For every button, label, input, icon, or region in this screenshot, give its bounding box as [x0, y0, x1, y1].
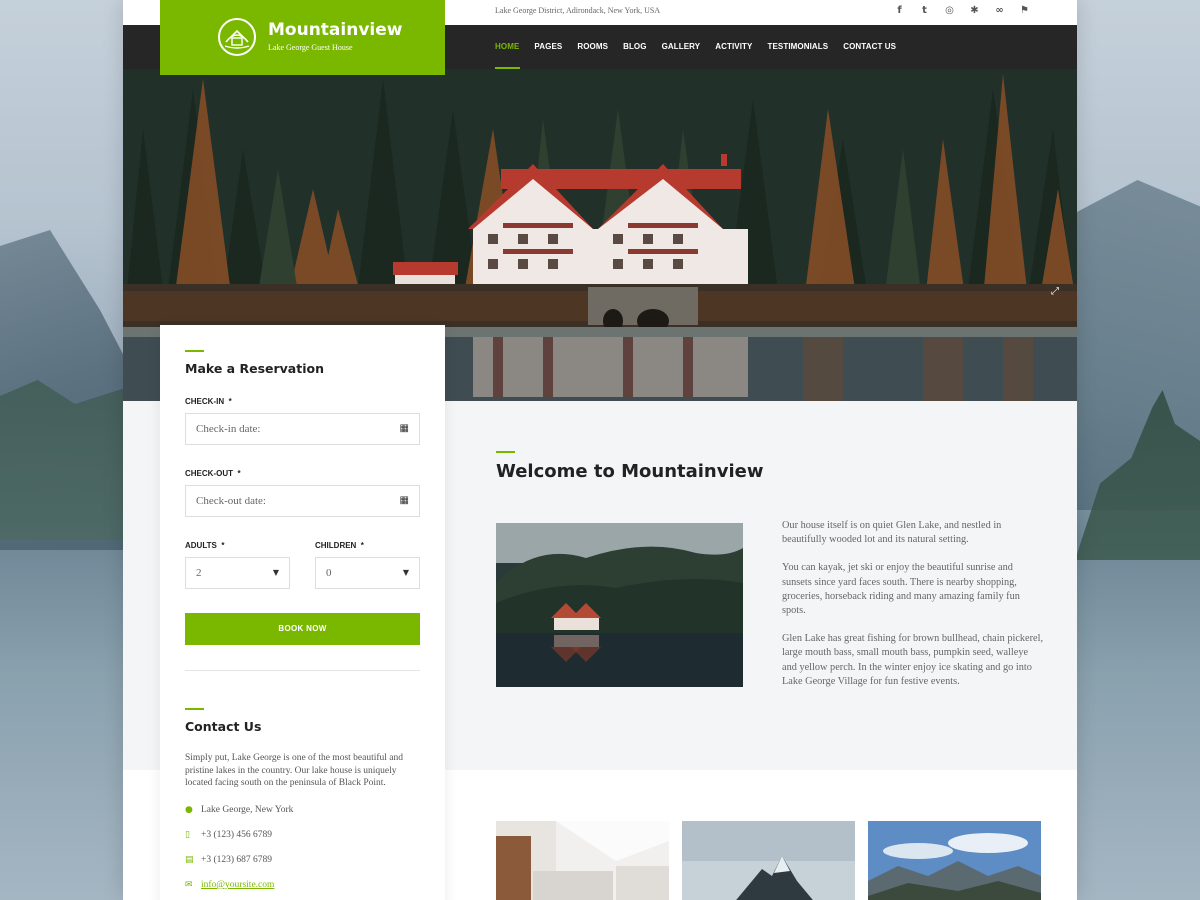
- site-tagline: Lake George Guest House: [268, 43, 353, 52]
- envelope-icon: ✉: [185, 880, 193, 890]
- svg-text:⤢: ⤢: [1051, 286, 1059, 297]
- facebook-icon[interactable]: f: [887, 5, 912, 16]
- site-name: Mountainview: [268, 20, 403, 40]
- reservation-title: Make a Reservation: [185, 361, 324, 376]
- twitter-icon[interactable]: t: [912, 5, 937, 16]
- email-link[interactable]: info@yoursite.com: [201, 880, 274, 890]
- checkout-field[interactable]: Check-out date: ▦: [185, 485, 420, 517]
- contact-description: Simply put, Lake George is one of the mo…: [185, 753, 404, 788]
- nav-pages[interactable]: PAGES: [527, 25, 570, 69]
- fax-icon: ▤: [185, 855, 194, 865]
- caret-down-icon: ▼: [402, 568, 409, 577]
- nav-testimonials[interactable]: TESTIMONIALS: [760, 25, 836, 69]
- foursquare-icon[interactable]: ⚑: [1012, 5, 1037, 16]
- contact-title: Contact Us: [185, 719, 262, 734]
- checkin-field[interactable]: Check-in date: ▦: [185, 413, 420, 445]
- adults-select[interactable]: 2 ▼: [185, 557, 290, 589]
- lake-house-photo: [496, 523, 743, 687]
- card-notch: [625, 817, 635, 822]
- background-trees-left: [0, 380, 125, 540]
- welcome-paragraph: Glen Lake has great fishing for brown bu…: [782, 633, 1044, 687]
- adults-label: ADULTS *: [185, 541, 225, 550]
- checkout-label: CHECK-OUT *: [185, 469, 241, 478]
- room-card-interior[interactable]: [496, 821, 669, 900]
- reservation-panel: Make a Reservation CHECK-IN * Check-in d…: [160, 325, 445, 900]
- welcome-text: Our house itself is on quiet Glen Lake, …: [782, 519, 1044, 703]
- welcome-title: Welcome to Mountainview: [496, 461, 764, 482]
- calendar-icon: ▦: [399, 495, 409, 506]
- social-links: f t ◎ ✱ ∞ ⚑: [887, 5, 1037, 16]
- nav-activity[interactable]: ACTIVITY: [708, 25, 760, 69]
- map-pin-icon: ●: [185, 805, 193, 815]
- contact-location: ● Lake George, New York: [185, 805, 294, 815]
- accent-line: [185, 350, 204, 352]
- logo[interactable]: Mountainview Lake George Guest House: [160, 0, 445, 75]
- nav-rooms[interactable]: ROOMS: [570, 25, 616, 69]
- contact-email: ✉ info@yoursite.com: [185, 880, 274, 890]
- nav-home[interactable]: HOME: [495, 25, 527, 69]
- nav-contact-us[interactable]: CONTACT US: [836, 25, 904, 69]
- contact-fax: ▤ +3 (123) 687 6789: [185, 855, 273, 865]
- calendar-icon: ▦: [399, 423, 409, 434]
- mobile-phone-icon: ▯: [185, 830, 190, 840]
- accent-line: [185, 708, 204, 710]
- children-label: CHILDREN *: [315, 541, 364, 550]
- welcome-paragraph: You can kayak, jet ski or enjoy the beau…: [782, 562, 1020, 617]
- main-nav: HOME PAGES ROOMS BLOG GALLERY ACTIVITY T…: [495, 25, 904, 69]
- page-frame: Lake George District, Adirondack, New Yo…: [123, 0, 1077, 900]
- tripadvisor-icon[interactable]: ∞: [987, 5, 1012, 16]
- caret-down-icon: ▼: [272, 568, 279, 577]
- nav-gallery[interactable]: GALLERY: [654, 25, 708, 69]
- room-card-mountain-range[interactable]: [868, 821, 1041, 900]
- address-text: Lake George District, Adirondack, New Yo…: [495, 6, 661, 15]
- welcome-paragraph: Our house itself is on quiet Glen Lake, …: [782, 520, 1002, 546]
- room-card-mountain-peak[interactable]: [682, 821, 855, 900]
- contact-phone: ▯ +3 (123) 456 6789: [185, 830, 273, 840]
- checkin-label: CHECK-IN *: [185, 397, 232, 406]
- house-logo-icon: [218, 18, 256, 56]
- accent-line: [496, 451, 515, 453]
- nav-blog[interactable]: BLOG: [616, 25, 655, 69]
- divider: [185, 670, 420, 671]
- book-now-button[interactable]: BOOK NOW: [185, 613, 420, 645]
- yelp-icon[interactable]: ✱: [962, 5, 987, 16]
- children-select[interactable]: 0 ▼: [315, 557, 420, 589]
- instagram-icon[interactable]: ◎: [937, 5, 962, 16]
